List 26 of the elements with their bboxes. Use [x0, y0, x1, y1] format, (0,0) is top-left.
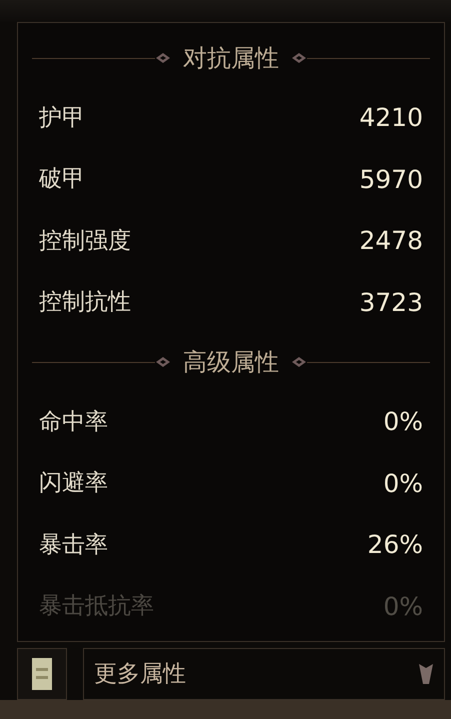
stat-value: 5970: [359, 164, 423, 196]
stat-label: 控制强度: [39, 226, 131, 256]
ornament-icon: [155, 52, 171, 64]
stat-value: 3723: [359, 286, 423, 318]
caret-icon: [418, 663, 434, 685]
stat-label: 暴击率: [39, 530, 108, 560]
scroll-icon: [30, 656, 54, 692]
section-title: 对抗属性: [183, 43, 279, 74]
scroll-item-button[interactable]: [17, 648, 67, 700]
stat-value: 0%: [383, 590, 423, 622]
stat-label: 暴击抵抗率: [39, 592, 154, 621]
stat-value: 0%: [383, 468, 423, 500]
stat-label: 控制抗性: [39, 288, 131, 317]
ornament-icon: [291, 356, 307, 368]
stat-value: 2478: [359, 225, 423, 257]
stat-label: 命中率: [39, 408, 108, 436]
section-title: 高级属性: [183, 347, 279, 378]
stat-label: 闪避率: [39, 469, 108, 498]
stat-value: 4210: [359, 102, 423, 134]
dropdown[interactable]: 更多属性: [83, 648, 445, 700]
stat-label: 护甲: [39, 104, 85, 132]
stat-value: 0%: [383, 406, 423, 438]
ornament-icon: [291, 52, 307, 64]
ornament-icon: [155, 356, 171, 368]
stat-label: 破甲: [39, 165, 85, 194]
stat-value: 26%: [367, 529, 423, 561]
